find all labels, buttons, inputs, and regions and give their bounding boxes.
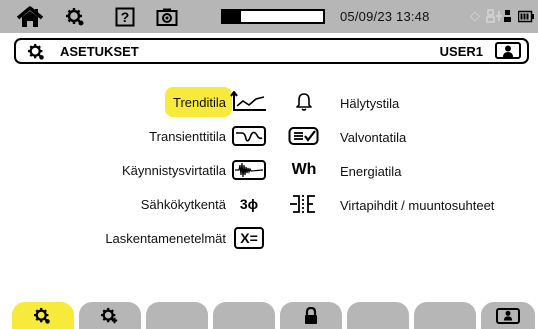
energy-icon: Wh — [284, 158, 324, 182]
alarm-bell-icon — [284, 90, 324, 114]
menu-item-label: Laskentamenetelmät — [105, 230, 226, 246]
sync-icon: ◇ — [470, 8, 480, 23]
user-icon — [503, 310, 513, 321]
progress-fill — [223, 11, 241, 22]
help-button[interactable]: ? — [108, 0, 142, 33]
menu-item-calculation-methods[interactable]: Laskentamenetelmät — [97, 223, 232, 253]
user-icon — [503, 45, 513, 57]
status-icons: ◇ — [470, 8, 534, 24]
progress-bar — [221, 9, 325, 24]
three-phase-icon: 3ϕ — [239, 196, 259, 212]
screen-header: ASETUKSET USER1 — [14, 38, 529, 64]
status-bar: ? 05/09/23 13:48 ◇ — [0, 0, 538, 33]
home-icon — [16, 5, 44, 27]
transient-mode-icon — [229, 124, 269, 148]
user-icon-frame — [496, 307, 520, 324]
menu-item-transient-mode[interactable]: Transienttitila — [141, 121, 232, 151]
settings-tab[interactable] — [12, 302, 74, 329]
home-button[interactable] — [10, 0, 50, 33]
network-icon — [486, 9, 511, 23]
empty-tab-4[interactable] — [213, 302, 275, 329]
page-title: ASETUKSET — [60, 44, 139, 59]
gear-icon — [28, 43, 44, 60]
date-time: 05/09/23 13:48 — [340, 9, 430, 24]
menu-item-label: Sähkökytkentä — [140, 196, 226, 212]
menu-item-trend-mode[interactable]: Trenditila — [165, 87, 232, 117]
bottom-tab-bar — [0, 300, 538, 329]
monitoring-icon — [284, 124, 324, 148]
menu-item-energy-mode[interactable]: Energiatila — [340, 164, 401, 179]
calculation-icon-text: X= — [234, 227, 264, 249]
user-tab[interactable] — [481, 302, 535, 329]
trend-mode-icon — [229, 90, 269, 114]
screenshot-button[interactable] — [150, 0, 184, 33]
empty-tab-6[interactable] — [347, 302, 409, 329]
menu-item-clamps-ratios[interactable]: Virtapihdit / muuntosuhteet — [340, 198, 494, 213]
lock-tab[interactable] — [280, 302, 342, 329]
menu-item-label: Käynnistysvirtatila — [121, 162, 226, 178]
menu-item-monitoring-mode[interactable]: Valvontatila — [340, 130, 406, 145]
help-icon: ? — [115, 7, 135, 26]
advanced-settings-tab[interactable] — [79, 302, 141, 329]
user-button[interactable] — [495, 42, 521, 59]
menu-item-label: Trenditila — [173, 94, 226, 110]
gear-icon — [34, 307, 50, 324]
svg-text:?: ? — [121, 9, 130, 25]
battery-icon — [518, 10, 534, 22]
energy-icon-text: Wh — [291, 161, 317, 178]
settings-icon — [66, 7, 84, 25]
menu-item-label: Transienttitila — [149, 128, 226, 144]
menu-item-inrush-mode[interactable]: Käynnistysvirtatila — [114, 155, 232, 185]
empty-tab-7[interactable] — [414, 302, 476, 329]
gear-plus-icon — [101, 307, 118, 323]
empty-tab-3[interactable] — [146, 302, 208, 329]
settings-button[interactable] — [58, 0, 94, 33]
menu-item-alarm-mode[interactable]: Hälytystila — [340, 96, 399, 111]
calculation-icon: X= — [229, 226, 269, 250]
inrush-mode-icon — [229, 158, 269, 182]
menu-item-wiring[interactable]: Sähkökytkentä — [133, 189, 232, 219]
user-name: USER1 — [439, 44, 483, 59]
camera-icon — [156, 8, 178, 26]
lock-icon — [305, 306, 317, 324]
clamp-ratio-icon — [284, 192, 324, 216]
